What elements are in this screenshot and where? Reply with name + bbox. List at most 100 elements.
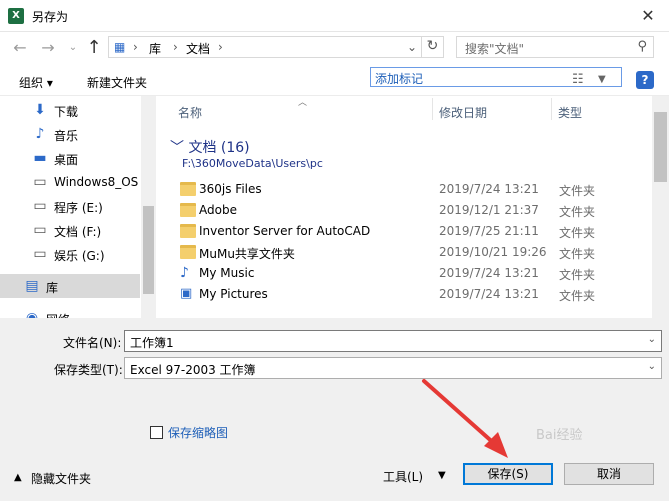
address-dropdown-icon[interactable]: ⌄ [407,40,421,54]
tag-input[interactable]: 添加标记 [370,67,622,87]
breadcrumb-separator: › [133,40,138,54]
breadcrumb-documents[interactable]: 文档 [186,40,210,57]
file-type: 文件夹 [559,226,596,240]
collapse-chevron-icon[interactable]: ﹀ [170,140,188,156]
back-arrow-icon[interactable]: ← [10,38,30,58]
list-item[interactable]: ▣ My Pictures 2019/7/24 13:21 文件夹 [170,284,650,305]
help-icon[interactable]: ? [636,71,654,89]
file-type: 文件夹 [559,247,596,261]
file-name: Adobe [199,203,237,217]
sidebar-scrollbar-thumb[interactable] [143,206,154,294]
column-separator[interactable] [551,98,552,120]
column-separator[interactable] [432,98,433,120]
breadcrumb-separator: › [218,40,223,54]
filetype-dropdown-icon[interactable]: ⌄ [648,361,656,372]
folder-icon [180,182,196,196]
address-bar[interactable]: ▦ › 库 › 文档 › ⌄ [108,36,444,58]
file-type: 文件夹 [559,289,596,303]
breadcrumb-library[interactable]: 库 [149,40,161,57]
list-item[interactable]: 360js Files 2019/7/24 13:21 文件夹 [170,179,650,200]
excel-icon: X [8,8,24,24]
folder-icon [180,245,196,259]
save-button[interactable]: 保存(S) [463,463,553,485]
file-name: My Music [199,266,255,280]
group-header[interactable]: ﹀ 文档 (16) [170,137,250,157]
hide-folders-button[interactable]: 隐藏文件夹 [31,470,91,487]
group-path: F:\360MoveData\Users\pc [182,157,323,170]
file-name: Inventor Server for AutoCAD [199,224,371,238]
filename-input[interactable]: 工作簿1 ⌄ [124,330,662,352]
file-type: 文件夹 [559,184,596,198]
column-header-date[interactable]: 修改日期 [439,104,487,121]
sidebar-item-label: 文档 (F:) [54,225,102,239]
file-date: 2019/7/24 13:21 [439,266,539,280]
sidebar-item-downloads[interactable]: ⬇ 下载 [0,98,140,122]
tools-dropdown-icon[interactable]: ▼ [438,470,446,481]
file-name: 360js Files [199,182,262,196]
sidebar-item-label: 库 [46,281,59,295]
file-list-scrollbar-thumb[interactable] [654,112,667,182]
sidebar-item-windows8-os[interactable]: ▭ Windows8_OS [0,170,140,194]
sidebar-item-drive-g[interactable]: ▭ 娱乐 (G:) [0,242,140,266]
list-item[interactable]: Inventor Server for AutoCAD 2019/7/25 21… [170,221,650,242]
sidebar-item-label: 音乐 [54,129,79,143]
list-item[interactable]: MuMu共享文件夹 2019/10/21 19:26 文件夹 [170,242,650,263]
save-thumbnail-checkbox[interactable] [150,426,163,439]
folder-icon [180,224,196,238]
search-input[interactable]: 搜索"文档" ⚲ [456,36,654,58]
view-dropdown-icon[interactable]: ▼ [598,74,606,85]
sort-up-icon: ︿ [298,98,308,108]
column-header-type[interactable]: 类型 [558,104,582,121]
file-name: My Pictures [199,287,268,301]
file-date: 2019/10/21 19:26 [439,245,547,259]
download-icon: ⬇ [34,102,46,118]
column-header-name[interactable]: 名称 [178,104,202,121]
filename-value: 工作簿1 [130,336,174,350]
chevron-up-icon[interactable]: ▲ [14,472,22,483]
list-item[interactable]: Adobe 2019/12/1 21:37 文件夹 [170,200,650,221]
sidebar-item-label: Windows8_OS [54,175,139,189]
sidebar-item-label: 程序 (E:) [54,201,103,215]
sidebar-item-drive-e[interactable]: ▭ 程序 (E:) [0,194,140,218]
navigation-pane: ⬇ 下载 ♪ 音乐 ▬ 桌面 ▭ Windows8_OS ▭ 程序 (E:) ▭… [0,96,156,318]
filename-label: 文件名(N): [63,336,122,350]
up-arrow-icon[interactable]: ↑ [84,38,104,58]
organize-menu[interactable]: 组织 ▾ [19,74,53,91]
drive-icon: ▭ [33,174,47,190]
sidebar-item-drive-f[interactable]: ▭ 文档 (F:) [0,218,140,242]
tools-menu[interactable]: 工具(L) [383,468,423,485]
sidebar-item-network[interactable]: ◉ 网络 [0,306,140,318]
file-type: 文件夹 [559,268,596,282]
sidebar-item-music[interactable]: ♪ 音乐 [0,122,140,146]
drive-icon: ▭ [33,198,47,214]
folder-icon [180,203,196,217]
music-folder-icon: ♪ [180,265,189,281]
add-tag-label: 添加标记 [375,72,424,86]
drive-icon: ▭ [33,222,47,238]
watermark: Bai经验 [536,428,583,443]
filename-dropdown-icon[interactable]: ⌄ [648,334,656,345]
history-dropdown-icon[interactable]: ⌄ [63,38,83,58]
sidebar-item-library[interactable]: ▤ 库 [0,274,140,298]
filetype-select[interactable]: Excel 97-2003 工作簿 ⌄ [124,357,662,379]
sidebar-item-desktop[interactable]: ▬ 桌面 [0,146,140,170]
save-thumbnail-label[interactable]: 保存缩略图 [168,424,228,441]
search-icon[interactable]: ⚲ [637,39,647,54]
window-title: 另存为 [32,10,69,24]
close-button[interactable]: ✕ [632,4,664,28]
new-folder-button[interactable]: 新建文件夹 [87,74,147,91]
sidebar-item-label: 桌面 [54,153,79,167]
library-icon: ▤ [25,278,39,294]
cancel-button[interactable]: 取消 [564,463,654,485]
filetype-value: Excel 97-2003 工作簿 [130,363,256,377]
desktop-icon: ▬ [33,150,47,166]
view-options-icon[interactable]: ☷ [572,72,584,87]
sidebar-item-label: 娱乐 (G:) [54,249,105,263]
sidebar-item-label: 下载 [54,105,79,119]
pictures-folder-icon: ▣ [180,286,193,301]
file-date: 2019/7/25 21:11 [439,224,539,238]
forward-arrow-icon[interactable]: → [38,38,58,58]
file-type: 文件夹 [559,205,596,219]
refresh-icon[interactable]: ↻ [421,36,443,58]
list-item[interactable]: ♪ My Music 2019/7/24 13:21 文件夹 [170,263,650,284]
